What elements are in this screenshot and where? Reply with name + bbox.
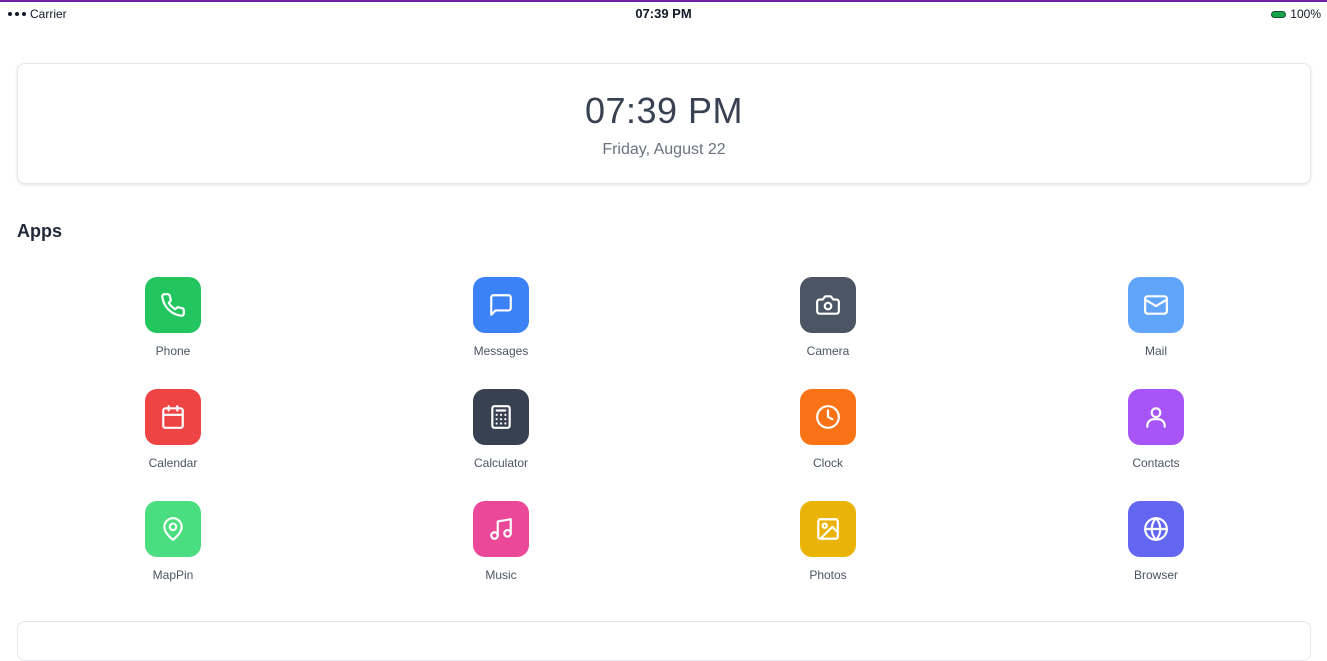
status-bar: Carrier 07:39 PM 100%: [0, 2, 1327, 24]
app-calendar[interactable]: Calendar: [113, 389, 233, 470]
battery-percentage: 100%: [1290, 7, 1321, 21]
app-label: Contacts: [1132, 456, 1180, 470]
app-messages[interactable]: Messages: [441, 277, 561, 358]
image-icon: [800, 501, 856, 557]
map-pin-icon: [145, 501, 201, 557]
app-contacts[interactable]: Contacts: [1096, 389, 1216, 470]
app-label: Calendar: [148, 456, 198, 470]
status-right: 100%: [1271, 7, 1321, 21]
app-mappin[interactable]: MapPin: [113, 501, 233, 582]
app-label: Messages: [473, 344, 529, 358]
app-label: Camera: [806, 344, 850, 358]
battery-icon: [1271, 10, 1287, 18]
calendar-icon: [145, 389, 201, 445]
app-label: MapPin: [152, 568, 194, 582]
apps-section-title: Apps: [17, 221, 62, 241]
app-mail[interactable]: Mail: [1096, 277, 1216, 358]
app-label: Clock: [812, 456, 843, 470]
app-label: Photos: [809, 568, 847, 582]
app-label: Browser: [1133, 568, 1178, 582]
globe-icon: [1128, 501, 1184, 557]
status-time: 07:39 PM: [635, 6, 692, 21]
camera-icon: [800, 277, 856, 333]
app-phone[interactable]: Phone: [113, 277, 233, 358]
clock-date: Friday, August 22: [602, 141, 726, 158]
user-icon: [1128, 389, 1184, 445]
app-label: Mail: [1144, 344, 1167, 358]
app-label: Phone: [155, 344, 191, 358]
bottom-card: [17, 621, 1311, 661]
app-clock[interactable]: Clock: [768, 389, 888, 470]
app-browser[interactable]: Browser: [1096, 501, 1216, 582]
app-label: Music: [485, 568, 517, 582]
app-label: Calculator: [473, 456, 529, 470]
music-icon: [473, 501, 529, 557]
clock-time: 07:39 PM: [584, 90, 744, 131]
app-camera[interactable]: Camera: [768, 277, 888, 358]
message-icon: [473, 277, 529, 333]
calculator-icon: [473, 389, 529, 445]
clock-widget: 07:39 PM Friday, August 22: [17, 63, 1311, 184]
app-music[interactable]: Music: [441, 501, 561, 582]
app-photos[interactable]: Photos: [768, 501, 888, 582]
phone-icon: [145, 277, 201, 333]
clock-icon: [800, 389, 856, 445]
app-calculator[interactable]: Calculator: [441, 389, 561, 470]
mail-icon: [1128, 277, 1184, 333]
